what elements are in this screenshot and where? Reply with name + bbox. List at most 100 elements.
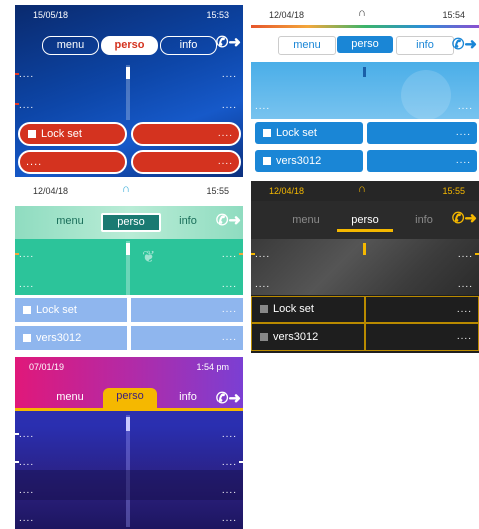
prog-key[interactable]: .... — [131, 298, 243, 322]
checkbox-icon — [260, 333, 268, 341]
prog-key[interactable]: .... — [367, 122, 477, 144]
prog-key[interactable]: .... — [365, 323, 479, 351]
key-dots: .... — [26, 156, 43, 168]
call-forward-icon[interactable]: ✆➜ — [452, 35, 477, 53]
scroll-thumb — [363, 243, 366, 255]
line-key-left-1[interactable]: .... — [255, 102, 270, 112]
key-dots: .... — [455, 127, 471, 138]
tab-info[interactable]: info — [396, 36, 454, 55]
line-marker — [239, 253, 243, 255]
line-key-left-1[interactable]: .... — [255, 250, 270, 260]
status-time: 1:54 pm — [196, 362, 229, 372]
call-forward-icon[interactable]: ✆➜ — [216, 389, 241, 407]
key-label: Lock set — [36, 304, 77, 316]
tab-menu[interactable]: menu — [278, 36, 336, 55]
checkbox-icon — [260, 305, 268, 313]
line-key-right-2[interactable]: .... — [458, 280, 473, 290]
status-date: 15/05/18 — [33, 10, 69, 20]
decor-circle — [401, 70, 451, 120]
key-dots: .... — [221, 304, 237, 315]
prog-key-lock-set[interactable]: Lock set — [18, 122, 127, 146]
tab-perso[interactable]: perso — [101, 213, 161, 232]
status-date: 07/01/19 — [29, 362, 65, 372]
line-key-right-2[interactable]: .... — [222, 101, 237, 111]
key-dots: .... — [455, 155, 471, 166]
tab-menu[interactable]: menu — [42, 213, 98, 230]
phone-screen-green-theme: 12/04/18 ∩ 15:55 menu perso info ✆➜ ❦ ..… — [15, 181, 243, 353]
divider-band — [15, 470, 243, 500]
line-key-left-2[interactable]: .... — [19, 280, 34, 290]
prog-key-vers3012[interactable]: vers3012 — [15, 326, 127, 350]
prog-key[interactable]: .... — [365, 296, 479, 323]
tab-info[interactable]: info — [160, 36, 217, 55]
prog-key-vers3012[interactable]: vers3012 — [255, 150, 363, 172]
scroll-thumb — [126, 417, 130, 431]
key-dots: .... — [217, 156, 233, 167]
key-dots: .... — [456, 304, 472, 315]
tab-perso[interactable]: perso — [337, 36, 393, 53]
key-label: vers3012 — [36, 332, 82, 344]
prog-key[interactable]: .... — [131, 122, 241, 146]
line-key-right-2[interactable]: .... — [222, 280, 237, 290]
tab-info[interactable]: info — [160, 213, 216, 230]
tab-menu[interactable]: menu — [42, 389, 98, 406]
line-key-left-3[interactable]: .... — [19, 486, 34, 496]
key-dots: .... — [221, 332, 237, 343]
prog-key[interactable]: .... — [131, 326, 243, 350]
tab-info[interactable]: info — [396, 212, 452, 229]
accent-line — [15, 408, 243, 411]
line-key-left-2[interactable]: .... — [19, 458, 34, 468]
checkbox-icon — [263, 129, 271, 137]
line-key-left-1[interactable]: .... — [19, 250, 34, 260]
line-key-right-1[interactable]: .... — [458, 102, 473, 112]
handset-icon: ∩ — [358, 7, 366, 19]
key-dots: .... — [456, 331, 472, 342]
status-bar: 12/04/18 ∩ 15:54 — [251, 5, 479, 25]
line-key-left-4[interactable]: .... — [19, 514, 34, 524]
prog-key[interactable]: .... — [131, 150, 241, 174]
prog-key-vers3012[interactable]: vers3012 — [251, 323, 365, 351]
status-bar: 15/05/18 15:53 — [15, 5, 243, 25]
line-key-right-1[interactable]: .... — [458, 250, 473, 260]
line-key-right-1[interactable]: .... — [222, 70, 237, 80]
line-key-right-1[interactable]: .... — [222, 250, 237, 260]
call-forward-icon[interactable]: ✆➜ — [452, 209, 477, 227]
prog-key-lock-set[interactable]: Lock set — [15, 298, 127, 322]
tab-perso[interactable]: perso — [101, 36, 158, 55]
status-bar: 07/01/19 1:54 pm — [15, 357, 243, 377]
status-date: 12/04/18 — [269, 10, 305, 20]
tab-menu[interactable]: menu — [278, 212, 334, 229]
key-label: Lock set — [41, 128, 82, 140]
status-date: 12/04/18 — [269, 186, 305, 196]
line-key-left-2[interactable]: .... — [19, 101, 34, 111]
call-forward-icon[interactable]: ✆➜ — [216, 33, 241, 51]
status-time: 15:54 — [442, 10, 465, 20]
scroll-thumb — [363, 67, 366, 77]
checkbox-icon — [23, 306, 31, 314]
line-key-right-3[interactable]: .... — [222, 486, 237, 496]
phone-screen-dark-theme: 12/04/18 ∩ 15:55 menu perso info ✆➜ ....… — [251, 181, 479, 353]
line-key-right-4[interactable]: .... — [222, 514, 237, 524]
status-bar: 12/04/18 ∩ 15:55 — [251, 181, 479, 201]
scroll-thumb — [126, 243, 130, 255]
line-marker — [239, 461, 243, 463]
prog-key[interactable]: .... — [18, 150, 127, 174]
line-key-left-1[interactable]: .... — [19, 430, 34, 440]
tab-info[interactable]: info — [160, 389, 216, 406]
prog-key-lock-set[interactable]: Lock set — [255, 122, 363, 144]
tab-perso[interactable]: perso — [337, 212, 393, 232]
line-key-right-1[interactable]: .... — [222, 430, 237, 440]
prog-key[interactable]: .... — [367, 150, 477, 172]
phone-screen-blue-theme: 12/04/18 ∩ 15:54 menu perso info ✆➜ ....… — [251, 5, 479, 177]
call-forward-icon[interactable]: ✆➜ — [216, 211, 241, 229]
prog-key-lock-set[interactable]: Lock set — [251, 296, 365, 323]
line-key-left-1[interactable]: .... — [19, 70, 34, 80]
line-key-left-2[interactable]: .... — [255, 280, 270, 290]
key-label: Lock set — [273, 303, 314, 315]
checkbox-icon — [28, 130, 36, 138]
line-key-right-2[interactable]: .... — [222, 458, 237, 468]
handset-icon: ∩ — [122, 183, 130, 195]
tab-menu[interactable]: menu — [42, 36, 99, 55]
tab-perso[interactable]: perso — [103, 388, 157, 408]
key-dots: .... — [217, 128, 233, 139]
